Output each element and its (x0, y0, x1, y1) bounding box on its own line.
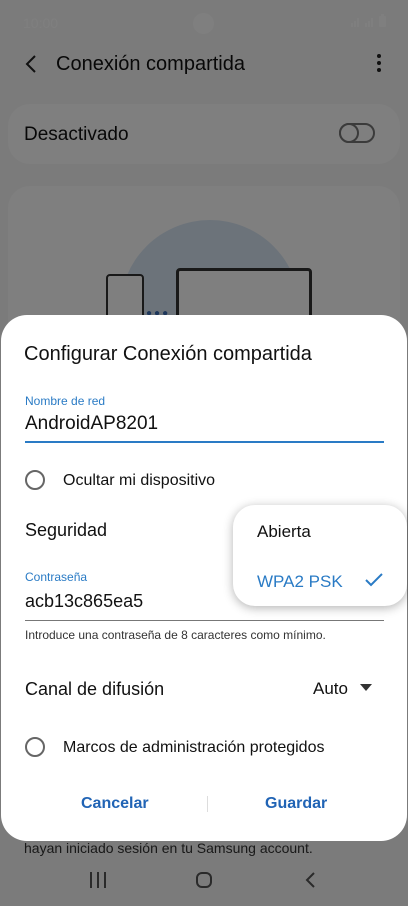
button-divider (207, 796, 208, 812)
protected-frames-label: Marcos de administración protegidos (63, 739, 325, 756)
security-dropdown: Abierta WPA2 PSK (233, 505, 407, 606)
channel-select[interactable]: Auto (313, 679, 348, 699)
chevron-down-icon[interactable] (360, 684, 372, 691)
network-name-input[interactable]: AndroidAP8201 (25, 413, 158, 435)
dialog-title: Configurar Conexión compartida (24, 343, 312, 365)
network-name-underline (25, 441, 384, 443)
security-option-open[interactable]: Abierta (257, 522, 311, 542)
security-label: Seguridad (25, 520, 108, 540)
password-underline (25, 620, 384, 621)
channel-label: Canal de difusión (25, 679, 165, 699)
password-label: Contraseña (25, 570, 88, 584)
protected-frames-radio[interactable] (25, 737, 45, 757)
security-option-wpa2[interactable]: WPA2 PSK (257, 572, 343, 592)
hide-device-label: Ocultar mi dispositivo (63, 472, 216, 489)
check-icon (365, 573, 383, 587)
password-helper: Introduce una contraseña de 8 caracteres… (25, 628, 326, 642)
save-button[interactable]: Guardar (265, 795, 327, 813)
network-name-label: Nombre de red (25, 394, 106, 408)
hide-device-radio[interactable] (25, 470, 45, 490)
cancel-button[interactable]: Cancelar (81, 795, 149, 813)
password-input[interactable]: acb13c865ea5 (25, 591, 143, 612)
